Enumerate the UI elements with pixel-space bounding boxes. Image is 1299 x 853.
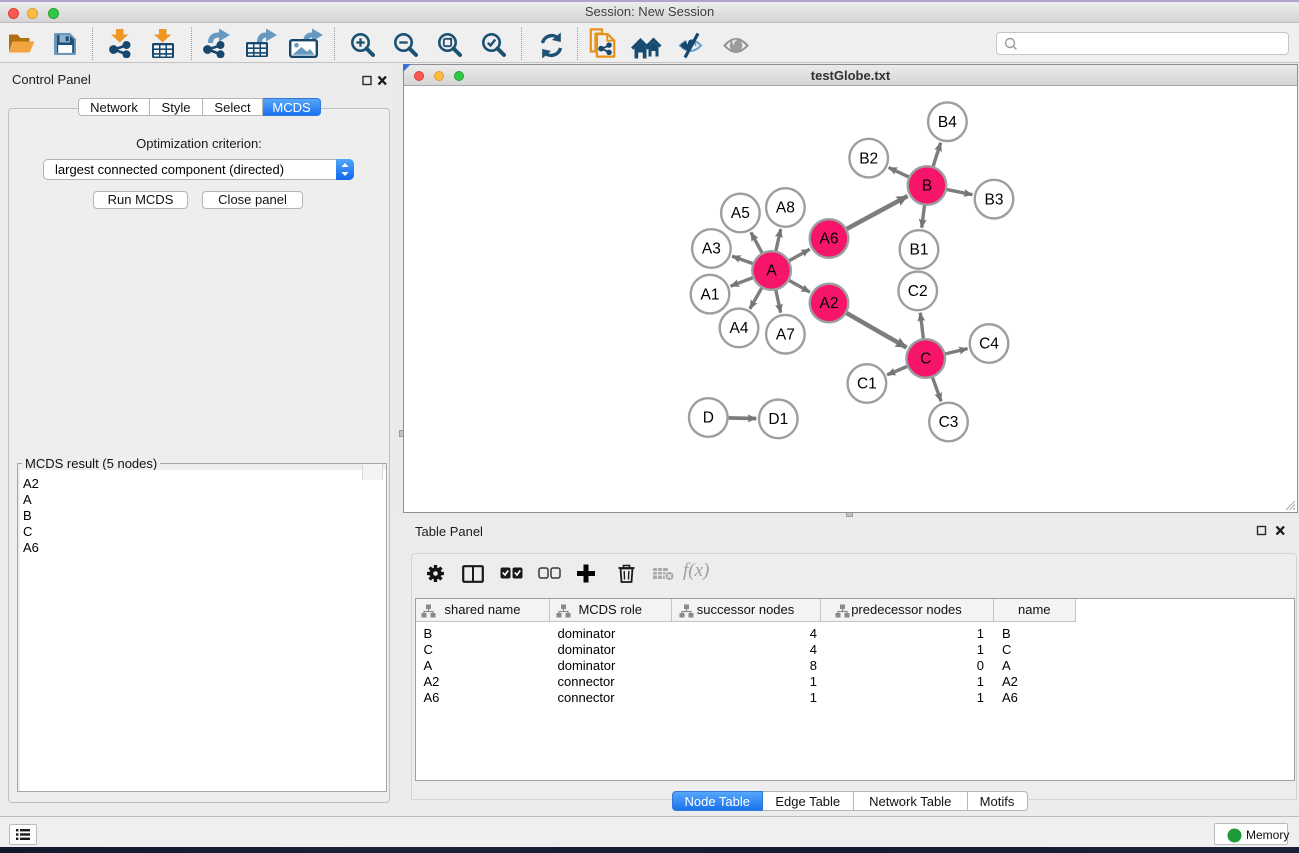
svg-text:A: A bbox=[766, 262, 777, 279]
svg-text:C2: C2 bbox=[908, 283, 928, 300]
svg-text:A2: A2 bbox=[820, 295, 839, 312]
svg-text:D: D bbox=[703, 409, 714, 426]
svg-text:C1: C1 bbox=[857, 375, 877, 392]
svg-text:A5: A5 bbox=[731, 205, 750, 222]
svg-text:A3: A3 bbox=[702, 240, 721, 257]
svg-text:D1: D1 bbox=[768, 411, 788, 428]
svg-text:B3: B3 bbox=[985, 191, 1004, 208]
svg-text:C4: C4 bbox=[979, 335, 999, 352]
svg-text:B1: B1 bbox=[910, 241, 929, 258]
svg-text:C: C bbox=[920, 350, 931, 367]
svg-text:A6: A6 bbox=[820, 230, 839, 247]
svg-text:B: B bbox=[922, 177, 932, 194]
svg-text:A1: A1 bbox=[701, 286, 720, 303]
svg-text:A8: A8 bbox=[776, 199, 795, 216]
svg-text:A4: A4 bbox=[730, 320, 749, 337]
svg-text:B4: B4 bbox=[938, 113, 957, 130]
svg-text:B2: B2 bbox=[859, 150, 878, 167]
svg-text:A7: A7 bbox=[776, 326, 795, 343]
svg-text:C3: C3 bbox=[939, 414, 959, 431]
